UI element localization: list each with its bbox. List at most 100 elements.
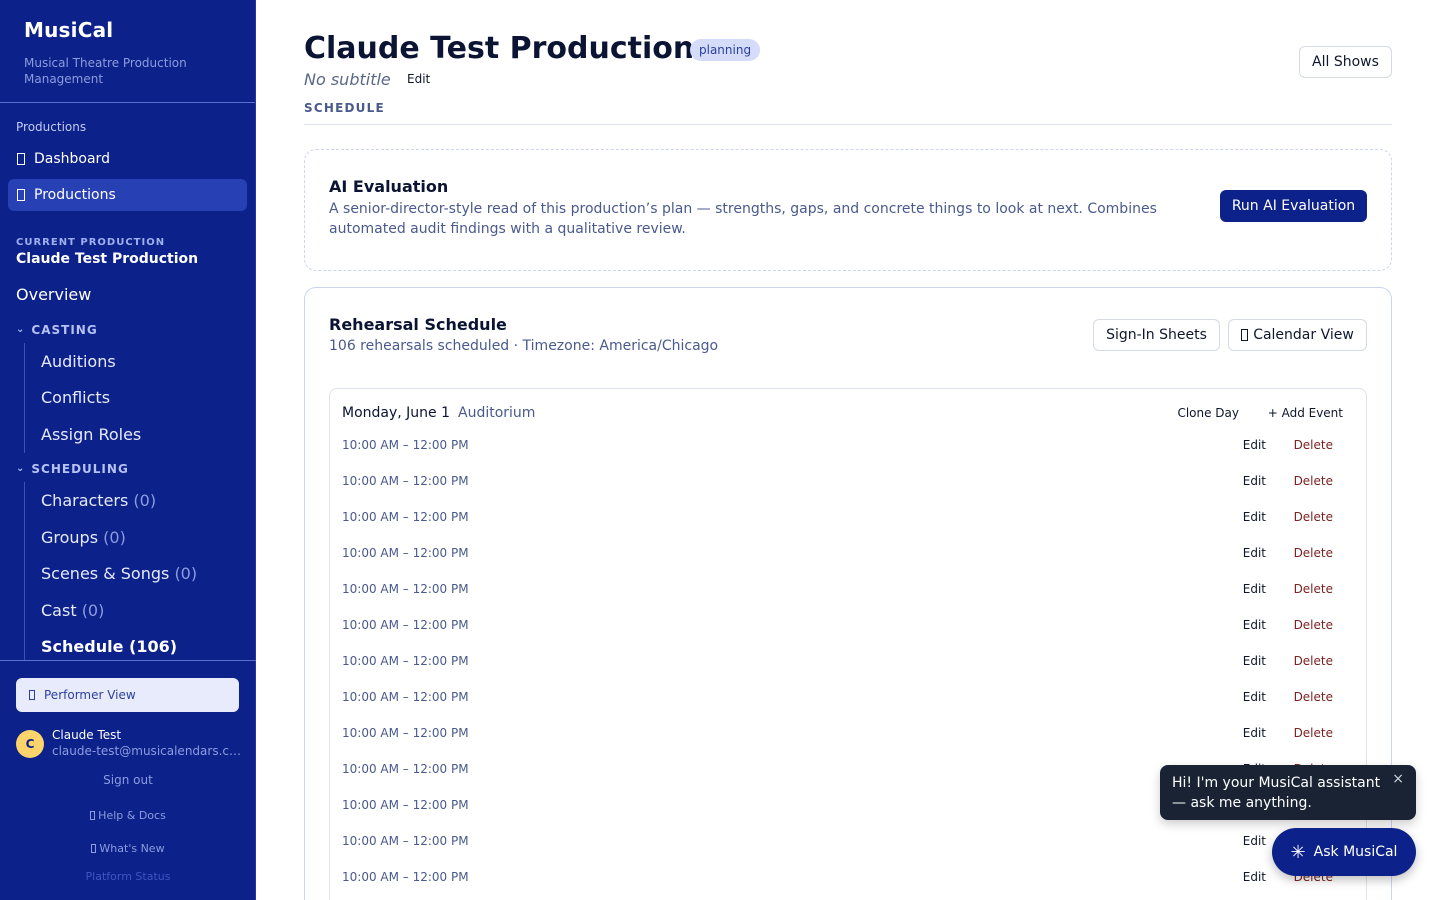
sidebar-item-overview[interactable]: Overview bbox=[16, 285, 91, 304]
sidebar-item-count: (0) bbox=[103, 528, 126, 547]
brand: MusiCal Musical Theatre Production Manag… bbox=[0, 0, 255, 103]
user-name: Claude Test bbox=[52, 728, 122, 742]
header-divider bbox=[304, 124, 1392, 125]
whats-new-label: What's New bbox=[99, 842, 165, 855]
delete-event-button[interactable]: Delete bbox=[1294, 726, 1333, 740]
sidebar-item-scenes-songs[interactable]: Scenes & Songs (0) bbox=[41, 564, 197, 583]
brand-subtitle: Musical Theatre Production Management bbox=[24, 56, 187, 86]
edit-event-button[interactable]: Edit bbox=[1243, 690, 1266, 704]
ask-musical-label: Ask MusiCal bbox=[1313, 844, 1398, 860]
edit-event-button[interactable]: Edit bbox=[1243, 618, 1266, 632]
event-time: 10:00 AM – 12:00 PM bbox=[342, 582, 469, 596]
event-row: 10:00 AM – 12:00 PM Edit Delete bbox=[342, 438, 1356, 474]
event-time: 10:00 AM – 12:00 PM bbox=[342, 618, 469, 632]
event-time: 10:00 AM – 12:00 PM bbox=[342, 510, 469, 524]
edit-event-button[interactable]: Edit bbox=[1243, 726, 1266, 740]
delete-event-button[interactable]: Delete bbox=[1294, 474, 1333, 488]
sidebar-item-cast[interactable]: Cast (0) bbox=[41, 601, 104, 620]
user-email: claude-test@musicalendars.com bbox=[52, 744, 242, 758]
run-ai-evaluation-button[interactable]: Run AI Evaluation bbox=[1220, 190, 1367, 222]
sign-out-link[interactable]: Sign out bbox=[0, 773, 256, 787]
delete-event-button[interactable]: Delete bbox=[1294, 438, 1333, 452]
sign-in-sheets-button[interactable]: Sign-In Sheets bbox=[1093, 319, 1220, 351]
sidebar-item-dashboard[interactable]: Dashboard bbox=[8, 143, 247, 175]
edit-event-button[interactable]: Edit bbox=[1243, 474, 1266, 488]
delete-event-button[interactable]: Delete bbox=[1294, 654, 1333, 668]
edit-event-button[interactable]: Edit bbox=[1243, 654, 1266, 668]
sidebar-item-label: Cast bbox=[41, 601, 77, 620]
calendar-view-button[interactable]: Calendar View bbox=[1228, 319, 1367, 351]
sidebar-item-label: Groups bbox=[41, 528, 99, 547]
edit-event-button[interactable]: Edit bbox=[1243, 834, 1266, 848]
delete-event-button[interactable]: Delete bbox=[1294, 618, 1333, 632]
current-production-name: Claude Test Production bbox=[16, 251, 199, 267]
edit-event-button[interactable]: Edit bbox=[1243, 510, 1266, 524]
nav-section-label: Productions bbox=[16, 120, 87, 134]
schedule-title: Rehearsal Schedule bbox=[329, 315, 507, 334]
calendar-view-label: Calendar View bbox=[1253, 327, 1354, 343]
ai-evaluation-description: A senior-director-style read of this pro… bbox=[329, 201, 1157, 237]
edit-event-button[interactable]: Edit bbox=[1243, 546, 1266, 560]
avatar: C bbox=[16, 730, 44, 758]
delete-event-button[interactable]: Delete bbox=[1294, 510, 1333, 524]
all-shows-button[interactable]: All Shows bbox=[1299, 46, 1392, 78]
sidebar-item-conflicts[interactable]: Conflicts bbox=[41, 388, 110, 407]
close-icon[interactable]: × bbox=[1392, 769, 1404, 789]
section-label: SCHEDULE bbox=[304, 101, 385, 115]
assistant-greeting-text: Hi! I'm your MusiCal assistant — ask me … bbox=[1172, 775, 1381, 811]
event-time: 10:00 AM – 12:00 PM bbox=[342, 438, 469, 452]
status-badge: planning bbox=[690, 39, 761, 61]
sidebar-item-schedule[interactable]: Schedule (106) bbox=[41, 637, 177, 656]
brand-title[interactable]: MusiCal bbox=[24, 18, 231, 42]
chevron-down-icon: ⌄ bbox=[16, 323, 26, 335]
ask-musical-button[interactable]: ✳ Ask MusiCal bbox=[1272, 828, 1416, 876]
sparkle-icon bbox=[91, 844, 97, 853]
edit-event-button[interactable]: Edit bbox=[1243, 870, 1266, 884]
performer-view-button[interactable]: Performer View bbox=[16, 678, 239, 712]
event-row: 10:00 AM – 12:00 PMEditDelete bbox=[342, 726, 1356, 762]
event-row: 10:00 AM – 12:00 PMEditDelete bbox=[342, 870, 1356, 900]
event-time: 10:00 AM – 12:00 PM bbox=[342, 546, 469, 560]
sidebar: MusiCal Musical Theatre Production Manag… bbox=[0, 0, 256, 900]
help-docs-link[interactable]: Help & Docs bbox=[0, 809, 256, 822]
event-row: 10:00 AM – 12:00 PM Edit Delete bbox=[342, 474, 1356, 510]
schedule-summary: 106 rehearsals scheduled · Timezone: Ame… bbox=[329, 338, 719, 354]
event-time: 10:00 AM – 12:00 PM bbox=[342, 798, 469, 812]
sidebar-item-label: Schedule bbox=[41, 637, 124, 656]
sidebar-item-count: (0) bbox=[133, 491, 157, 510]
edit-event-button[interactable]: Edit bbox=[1243, 582, 1266, 596]
ai-evaluation-title: AI Evaluation bbox=[329, 177, 449, 196]
day-venue: Auditorium bbox=[458, 405, 536, 421]
add-event-button[interactable]: + Add Event bbox=[1268, 406, 1343, 420]
sidebar-item-assign-roles[interactable]: Assign Roles bbox=[41, 425, 141, 444]
help-docs-label: Help & Docs bbox=[98, 809, 166, 822]
event-row: 10:00 AM – 12:00 PM Edit Delete bbox=[342, 690, 1356, 726]
current-production-label: CURRENT PRODUCTION bbox=[16, 237, 166, 248]
sidebar-item-groups[interactable]: Groups (0) bbox=[41, 528, 126, 547]
sidebar-item-auditions[interactable]: Auditions bbox=[41, 352, 116, 371]
sidebar-item-label: Characters bbox=[41, 491, 129, 510]
delete-event-button[interactable]: Delete bbox=[1294, 690, 1333, 704]
help-icon bbox=[90, 811, 96, 820]
clone-day-button[interactable]: Clone Day bbox=[1177, 406, 1239, 420]
platform-status-link[interactable]: Platform Status bbox=[0, 870, 256, 883]
whats-new-link[interactable]: What's New bbox=[0, 842, 256, 855]
sidebar-footer: Performer View C Claude Test claude-test… bbox=[0, 660, 256, 900]
sidebar-item-count: (0) bbox=[81, 601, 105, 620]
edit-subtitle-button[interactable]: Edit bbox=[407, 72, 430, 86]
edit-event-button[interactable]: Edit bbox=[1243, 438, 1266, 452]
sidebar-item-label: Dashboard bbox=[34, 151, 110, 167]
event-time: 10:00 AM – 12:00 PM bbox=[342, 762, 469, 776]
sidebar-item-productions[interactable]: Productions bbox=[8, 179, 247, 211]
delete-event-button[interactable]: Delete bbox=[1294, 582, 1333, 596]
sidebar-item-characters[interactable]: Characters (0) bbox=[41, 491, 156, 510]
event-time: 10:00 AM – 12:00 PM bbox=[342, 690, 469, 704]
delete-event-button[interactable]: Delete bbox=[1294, 546, 1333, 560]
day-date: Monday, June 1 bbox=[342, 405, 451, 421]
event-time: 10:00 AM – 12:00 PM bbox=[342, 654, 469, 668]
scheduling-group-toggle[interactable]: ⌄ SCHEDULING bbox=[16, 462, 129, 476]
casting-group-label: CASTING bbox=[31, 323, 98, 337]
casting-group-toggle[interactable]: ⌄ CASTING bbox=[16, 323, 98, 337]
scheduling-group-label: SCHEDULING bbox=[31, 462, 129, 476]
event-time: 10:00 AM – 12:00 PM bbox=[342, 474, 469, 488]
